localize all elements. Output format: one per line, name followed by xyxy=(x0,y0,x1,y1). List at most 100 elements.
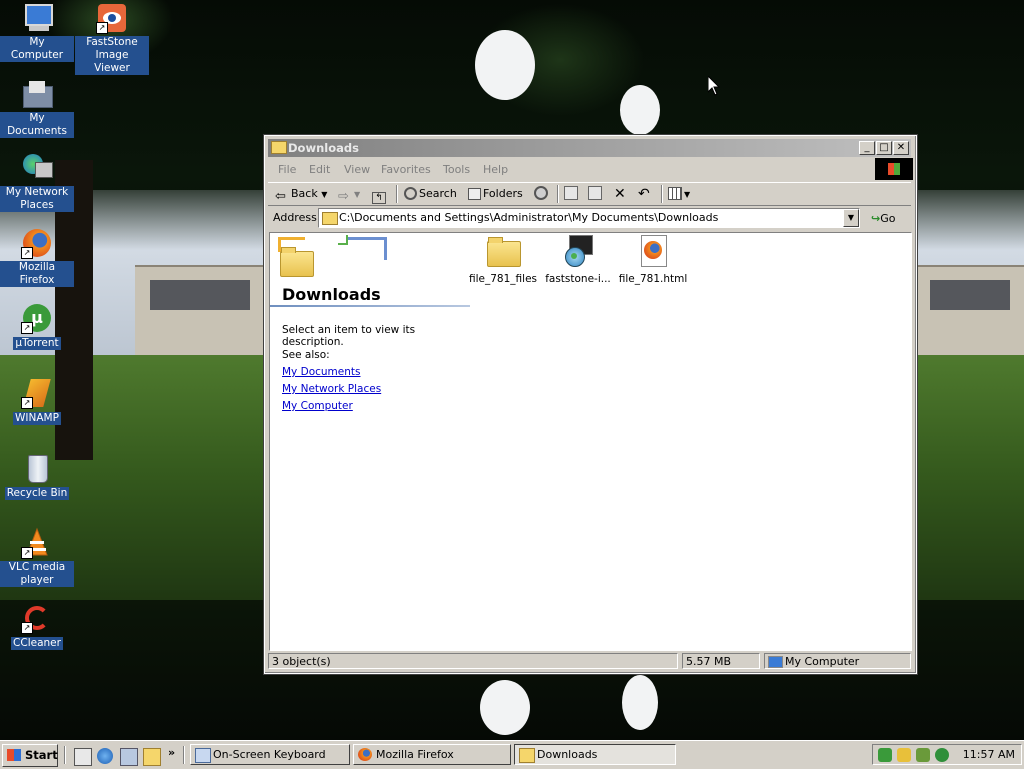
forward-arrow-icon: ⇨ xyxy=(338,189,349,204)
undo-button[interactable]: ↶ xyxy=(638,186,650,202)
search-folder-icon[interactable] xyxy=(143,748,161,766)
desktop-icon-label: FastStone Image Viewer xyxy=(75,36,149,75)
desktop-icon-vlc[interactable]: ↗ VLC media player xyxy=(0,527,74,587)
move-to-button[interactable] xyxy=(564,186,580,202)
menu-bar: File Edit View Favorites Tools Help xyxy=(268,160,911,178)
winamp-icon: ↗ xyxy=(21,377,53,409)
desktop-icon-label: WINAMP xyxy=(13,412,61,425)
desktop-icon-faststone[interactable]: ↗ FastStone Image Viewer xyxy=(75,2,149,75)
delete-button[interactable]: ✕ xyxy=(614,186,626,202)
menu-file[interactable]: File xyxy=(278,163,296,176)
copy-to-button[interactable] xyxy=(588,186,604,202)
my-documents-icon xyxy=(21,78,53,110)
desktop-icon-recycle-bin[interactable]: Recycle Bin xyxy=(0,452,74,500)
task-label: On-Screen Keyboard xyxy=(213,748,326,761)
folders-button[interactable]: Folders xyxy=(468,186,523,202)
internet-explorer-icon[interactable] xyxy=(97,748,113,764)
address-value: C:\Documents and Settings\Administrator\… xyxy=(339,211,719,224)
desktop: My Computer ↗ FastStone Image Viewer My … xyxy=(0,0,1024,740)
link-my-network-places[interactable]: My Network Places xyxy=(282,383,381,395)
desktop-icon-label: My Documents xyxy=(0,112,74,138)
title-bar[interactable]: Downloads _ □ ✕ xyxy=(268,139,911,157)
toolbar-separator xyxy=(661,185,663,203)
tray-network-icon[interactable] xyxy=(878,748,892,762)
tray-utorrent-icon[interactable] xyxy=(935,748,949,762)
desktop-icon-label: Recycle Bin xyxy=(4,487,70,500)
file-item[interactable]: file_781.html xyxy=(612,235,694,285)
task-label: Downloads xyxy=(537,748,598,761)
history-icon xyxy=(534,186,548,200)
toolbar: ⇦ Back ▼ ⇨ ▼ ↰ Search Folders ✕ ↶ ▼ xyxy=(268,182,911,206)
recycle-bin-icon xyxy=(21,452,53,484)
forward-button[interactable]: ⇨ ▼ xyxy=(338,186,360,204)
quick-launch-icon[interactable] xyxy=(120,748,138,766)
back-arrow-icon: ⇦ xyxy=(275,189,286,204)
window-title: Downloads xyxy=(288,141,359,155)
task-downloads[interactable]: Downloads xyxy=(514,744,676,765)
minimize-button[interactable]: _ xyxy=(859,141,875,155)
views-button[interactable]: ▼ xyxy=(668,186,690,202)
wallpaper-sky-gap xyxy=(480,680,530,735)
desktop-icon-ccleaner[interactable]: ↗ CCleaner xyxy=(0,602,74,650)
system-tray: 11:57 AM xyxy=(872,744,1022,765)
task-on-screen-keyboard[interactable]: On-Screen Keyboard xyxy=(190,744,350,765)
desktop-icon-firefox[interactable]: ↗ Mozilla Firefox xyxy=(0,227,74,287)
explorer-window: Downloads _ □ ✕ File Edit View Favorites… xyxy=(263,134,918,675)
tray-power-icon[interactable] xyxy=(897,748,911,762)
file-item[interactable]: faststone-i... xyxy=(537,235,619,285)
wallpaper-castle-roof-right xyxy=(930,280,1010,310)
menu-tools[interactable]: Tools xyxy=(443,163,470,176)
file-item[interactable]: file_781_files xyxy=(462,235,544,285)
search-button[interactable]: Search xyxy=(404,186,457,202)
windows-logo xyxy=(875,158,913,180)
link-my-documents[interactable]: My Documents xyxy=(282,366,360,378)
folder-icon xyxy=(486,235,521,269)
start-button[interactable]: Start xyxy=(2,744,58,767)
up-folder-button[interactable]: ↰ xyxy=(372,186,388,204)
menu-favorites[interactable]: Favorites xyxy=(381,163,431,176)
folder-icon xyxy=(322,212,338,225)
firefox-icon: ↗ xyxy=(21,227,53,259)
folders-label: Folders xyxy=(483,187,523,200)
desktop-icon-label: My Computer xyxy=(0,36,74,62)
task-pane: Downloads Select an item to view its des… xyxy=(270,233,470,413)
wallpaper-castle-roof xyxy=(150,280,250,310)
show-desktop-icon[interactable] xyxy=(74,748,92,766)
menu-help[interactable]: Help xyxy=(483,163,508,176)
desktop-icon-winamp[interactable]: ↗ WINAMP xyxy=(0,377,74,425)
network-places-icon xyxy=(21,152,53,184)
history-button[interactable] xyxy=(534,186,550,202)
wallpaper-sky-gap xyxy=(475,30,535,100)
search-icon xyxy=(404,187,417,200)
taskbar-separator xyxy=(183,746,185,764)
firefox-html-icon xyxy=(636,235,670,269)
link-my-computer[interactable]: My Computer xyxy=(282,400,353,412)
desktop-icon-network-places[interactable]: My Network Places xyxy=(0,152,74,212)
status-size: 5.57 MB xyxy=(682,653,760,669)
back-button[interactable]: ⇦ Back ▼ xyxy=(275,186,327,204)
move-to-icon xyxy=(564,186,578,200)
address-input[interactable]: C:\Documents and Settings\Administrator\… xyxy=(318,208,860,228)
see-also-label: See also: xyxy=(282,349,330,361)
desktop-icon-my-computer[interactable]: My Computer xyxy=(0,2,74,62)
menu-view[interactable]: View xyxy=(344,163,370,176)
desktop-icon-label: VLC media player xyxy=(0,561,74,587)
task-mozilla-firefox[interactable]: Mozilla Firefox xyxy=(353,744,511,765)
maximize-button[interactable]: □ xyxy=(876,141,892,155)
close-button[interactable]: ✕ xyxy=(893,141,909,155)
desktop-icon-my-documents[interactable]: My Documents xyxy=(0,78,74,138)
folder-icon xyxy=(519,748,535,763)
task-label: Mozilla Firefox xyxy=(376,748,454,761)
quick-launch-chevron-icon[interactable]: » xyxy=(168,746,175,759)
file-name: faststone-i... xyxy=(545,273,611,285)
tray-security-icon[interactable] xyxy=(916,748,930,762)
go-button[interactable]: ↪Go xyxy=(871,211,895,227)
menu-edit[interactable]: Edit xyxy=(309,163,330,176)
desktop-icon-utorrent[interactable]: µ ↗ µTorrent xyxy=(0,302,74,350)
clock[interactable]: 11:57 AM xyxy=(963,748,1015,761)
address-dropdown-button[interactable]: ▼ xyxy=(843,209,859,227)
content-area[interactable]: Downloads Select an item to view its des… xyxy=(269,232,912,651)
wallpaper-sky-gap xyxy=(620,85,660,135)
views-grid-icon xyxy=(668,187,682,200)
status-bar: 3 object(s) 5.57 MB My Computer xyxy=(268,652,911,670)
